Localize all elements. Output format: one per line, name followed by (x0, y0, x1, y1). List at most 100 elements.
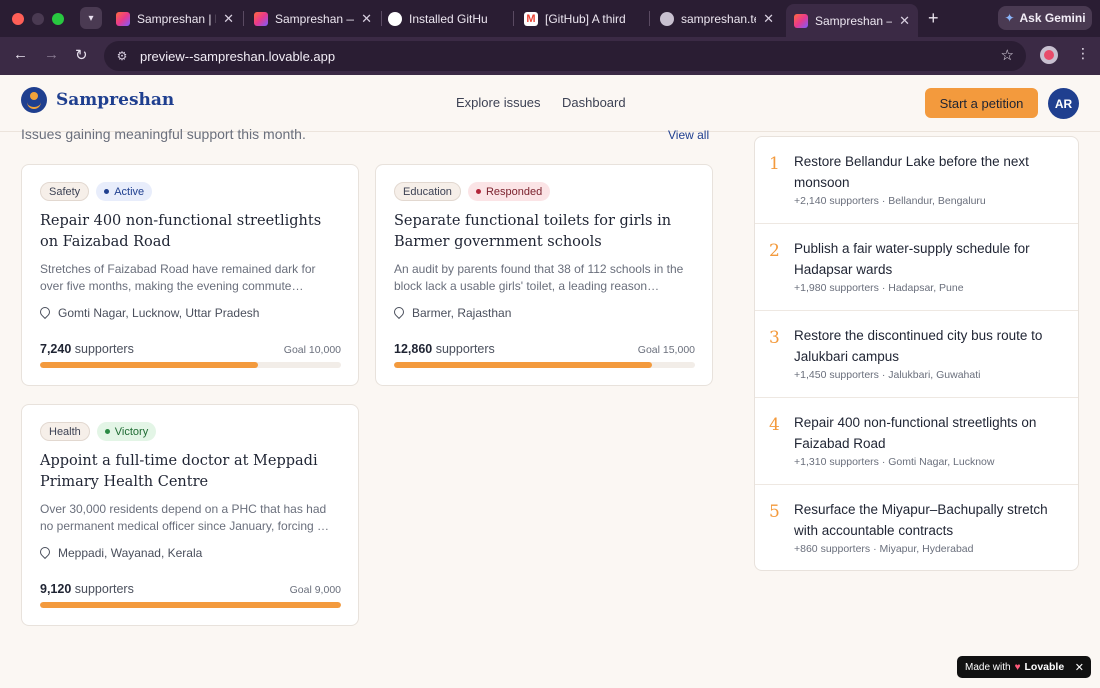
trending-meta: +1,310 supporters · Gomti Nagar, Lucknow (794, 456, 995, 468)
card-description: Over 30,000 residents depend on a PHC th… (40, 502, 330, 533)
trending-title[interactable]: Restore Bellandur Lake before the next m… (794, 151, 1069, 193)
supporters-count: 12,860 supporters (394, 342, 495, 356)
gmail-icon: M (524, 12, 538, 26)
globe-icon (660, 12, 674, 26)
trending-title[interactable]: Repair 400 non-functional streetlights o… (794, 412, 1069, 454)
card-location: Meppadi, Wayanad, Kerala (40, 546, 202, 560)
chevron-down-icon: ▾ (88, 12, 94, 24)
tab-2[interactable]: Sampreshan — ✕ (246, 5, 380, 33)
back-arrow-icon[interactable]: ← (13, 46, 28, 63)
tab-5[interactable]: sampreshan.ten ✕ (652, 5, 782, 33)
site-settings-icon[interactable]: ⚙ (114, 48, 130, 64)
brand-logo[interactable]: Sampreshan (21, 87, 174, 113)
status-badge: Victory (96, 422, 157, 441)
location-pin-icon (40, 307, 50, 320)
maximize-window-button[interactable] (52, 12, 64, 25)
status-badge: Active (96, 182, 153, 201)
goal-text: Goal 9,000 (289, 584, 341, 596)
category-tag: Health (40, 422, 90, 441)
supporters-count: 7,240 supporters (40, 342, 134, 356)
start-petition-button[interactable]: Start a petition (925, 88, 1038, 118)
rank-number: 3 (769, 328, 780, 348)
tab-4[interactable]: M [GitHub] A third (516, 5, 650, 33)
trending-item[interactable]: 5 Resurface the Miyapur–Bachupally stret… (755, 485, 1078, 572)
card-location: Barmer, Rajasthan (394, 306, 511, 320)
profile-icon (1044, 50, 1054, 60)
made-with-lovable-badge[interactable]: Made with ♥ Lovable ✕ (957, 656, 1091, 678)
tab-3[interactable]: Installed GitHu (380, 5, 514, 33)
section-subtitle: Issues gaining meaningful support this m… (21, 126, 306, 142)
rank-number: 5 (769, 502, 780, 522)
trending-item[interactable]: 1 Restore Bellandur Lake before the next… (755, 137, 1078, 224)
sparkle-icon: ✦ (1004, 11, 1015, 25)
site-header: Sampreshan Explore issues Dashboard Star… (0, 75, 1100, 132)
trending-item[interactable]: 3 Restore the discontinued city bus rout… (755, 311, 1078, 398)
trending-item[interactable]: 4 Repair 400 non-functional streetlights… (755, 398, 1078, 485)
supporters-count: 9,120 supporters (40, 582, 134, 596)
view-all-link[interactable]: View all (668, 128, 709, 142)
card-title[interactable]: Appoint a full-time doctor at Meppadi Pr… (40, 451, 340, 493)
nav-explore-issues[interactable]: Explore issues (456, 95, 541, 110)
close-icon[interactable]: ✕ (899, 13, 910, 29)
window-controls (12, 12, 64, 25)
location-pin-icon (394, 307, 404, 320)
plus-icon: + (928, 8, 939, 28)
lovable-heart-icon (116, 12, 130, 26)
close-icon[interactable]: ✕ (1075, 661, 1084, 674)
category-tag: Safety (40, 182, 90, 201)
progress-bar (40, 602, 341, 608)
trending-item[interactable]: 2 Publish a fair water-supply schedule f… (755, 224, 1078, 311)
rank-number: 2 (769, 241, 780, 261)
browser-toolbar: ← → ↻ ⚙ preview--sampreshan.lovable.app … (0, 37, 1100, 75)
goal-text: Goal 10,000 (283, 344, 341, 356)
trending-list: 1 Restore Bellandur Lake before the next… (754, 136, 1079, 571)
card-title[interactable]: Separate functional toilets for girls in… (394, 211, 694, 253)
bookmark-star-icon[interactable]: ☆ (1001, 46, 1014, 64)
ask-gemini-button[interactable]: ✦ Ask Gemini (998, 6, 1092, 30)
progress-bar (394, 362, 695, 368)
category-tag: Education (394, 182, 461, 201)
rank-number: 1 (769, 154, 780, 174)
trending-meta: +2,140 supporters · Bellandur, Bengaluru (794, 195, 986, 207)
profile-avatar[interactable] (1040, 46, 1058, 64)
url-text[interactable]: preview--sampreshan.lovable.app (140, 49, 335, 64)
trending-meta: +1,980 supporters · Hadapsar, Pune (794, 282, 964, 294)
lovable-heart-icon: ♥ (1014, 661, 1021, 673)
petition-card[interactable]: Health Victory Appoint a full-time docto… (21, 404, 359, 626)
progress-bar (40, 362, 341, 368)
petition-card[interactable]: Safety Active Repair 400 non-functional … (21, 164, 359, 386)
browser-tab-bar: ▾ Sampreshan | L ✕ Sampreshan — ✕ Instal… (0, 0, 1100, 37)
lovable-heart-icon (794, 13, 808, 28)
location-pin-icon (40, 547, 50, 560)
new-tab-button[interactable]: + (928, 8, 939, 29)
github-icon (388, 12, 402, 26)
lovable-heart-icon (254, 12, 268, 26)
forward-arrow-icon[interactable]: → (44, 46, 59, 63)
card-title[interactable]: Repair 400 non-functional streetlights o… (40, 211, 340, 253)
logo-icon (21, 87, 47, 113)
petition-card[interactable]: Education Responded Separate functional … (375, 164, 713, 386)
close-icon[interactable]: ✕ (361, 11, 372, 27)
minimize-window-button[interactable] (32, 12, 44, 25)
card-description: An audit by parents found that 38 of 112… (394, 262, 684, 293)
trending-meta: +1,450 supporters · Jalukbari, Guwahati (794, 369, 981, 381)
tab-1[interactable]: Sampreshan | L ✕ (108, 5, 242, 33)
trending-title[interactable]: Restore the discontinued city bus route … (794, 325, 1069, 367)
goal-text: Goal 15,000 (637, 344, 695, 356)
tab-search-button[interactable]: ▾ (80, 7, 102, 29)
address-bar[interactable]: ⚙ preview--sampreshan.lovable.app ☆ (104, 41, 1026, 71)
close-window-button[interactable] (12, 12, 24, 25)
close-icon[interactable]: ✕ (223, 11, 234, 27)
tab-6-active[interactable]: Sampreshan — ✕ (786, 4, 918, 37)
trending-meta: +860 supporters · Miyapur, Hyderabad (794, 543, 974, 555)
user-avatar[interactable]: AR (1048, 88, 1079, 119)
nav-dashboard[interactable]: Dashboard (562, 95, 626, 110)
card-location: Gomti Nagar, Lucknow, Uttar Pradesh (40, 306, 259, 320)
trending-title[interactable]: Publish a fair water-supply schedule for… (794, 238, 1069, 280)
rank-number: 4 (769, 415, 780, 435)
card-description: Stretches of Faizabad Road have remained… (40, 262, 316, 293)
reload-icon[interactable]: ↻ (75, 46, 88, 64)
trending-title[interactable]: Resurface the Miyapur–Bachupally stretch… (794, 499, 1069, 541)
browser-menu-icon[interactable]: ⋮ (1076, 45, 1090, 62)
close-icon[interactable]: ✕ (763, 11, 774, 27)
